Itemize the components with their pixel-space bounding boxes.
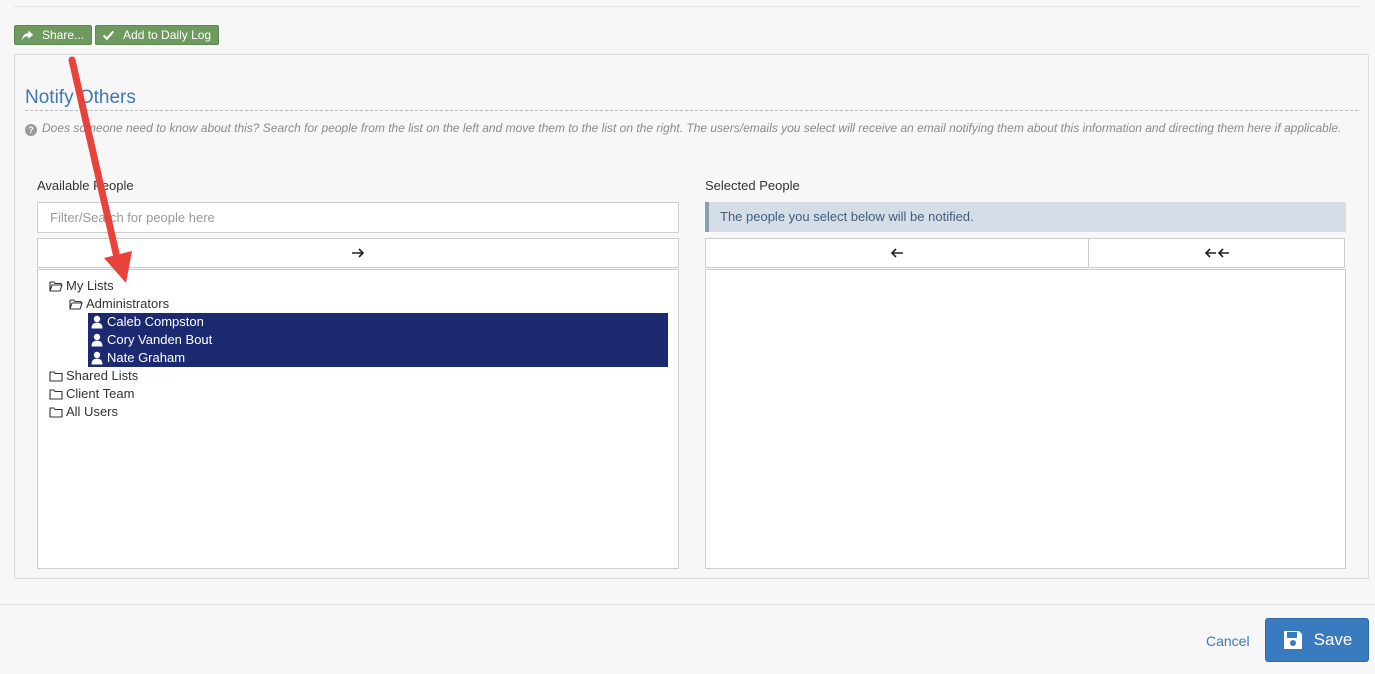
tree-node-client-team[interactable]: Client Team xyxy=(49,385,134,403)
people-search-input[interactable] xyxy=(37,202,679,233)
folder-open-icon xyxy=(69,299,83,310)
person-name: Nate Graham xyxy=(107,350,186,365)
tree-node-my-lists[interactable]: My Lists xyxy=(49,277,114,295)
cancel-link[interactable]: Cancel xyxy=(1206,633,1250,649)
daily-log-label: Add to Daily Log xyxy=(123,28,212,42)
double-arrow-left-icon xyxy=(1204,248,1229,258)
person-item-cory-vanden-bout[interactable]: Cory Vanden Bout xyxy=(90,331,212,349)
tree-node-shared-lists[interactable]: Shared Lists xyxy=(49,367,138,385)
person-item-caleb-compston[interactable]: Caleb Compston xyxy=(90,313,204,331)
share-button[interactable]: Share... xyxy=(14,25,93,45)
tree-label: Shared Lists xyxy=(66,368,139,383)
user-icon xyxy=(91,351,103,365)
selected-people-list[interactable] xyxy=(705,269,1346,569)
folder-icon xyxy=(49,389,63,400)
arrow-right-icon xyxy=(352,248,365,258)
help-text: ? Does someone need to know about this? S… xyxy=(25,119,1355,137)
available-people-label: Available People xyxy=(37,178,134,193)
available-people-list[interactable]: My Lists Administrators Caleb Compston C… xyxy=(37,269,679,569)
folder-open-icon xyxy=(49,281,63,292)
move-right-button[interactable] xyxy=(37,238,679,268)
arrow-left-icon xyxy=(890,248,903,258)
user-icon xyxy=(91,315,103,329)
user-icon xyxy=(91,333,103,347)
question-circle-icon: ? xyxy=(25,124,37,136)
notify-others-panel: Notify Others ? Does someone need to know… xyxy=(14,54,1369,579)
tree-label: My Lists xyxy=(66,278,114,293)
footer-divider xyxy=(0,604,1375,605)
person-name: Caleb Compston xyxy=(107,314,204,329)
tree-node-all-users[interactable]: All Users xyxy=(49,403,118,421)
tree-label: All Users xyxy=(66,404,119,419)
folder-icon xyxy=(49,371,63,382)
move-all-left-button[interactable] xyxy=(1088,238,1345,268)
tree-node-administrators[interactable]: Administrators xyxy=(69,295,169,313)
selected-info-box: The people you select below will be noti… xyxy=(705,202,1346,232)
person-item-nate-graham[interactable]: Nate Graham xyxy=(90,349,185,367)
title-divider xyxy=(25,110,1358,111)
share-icon xyxy=(21,30,34,40)
tree-label: Administrators xyxy=(86,296,170,311)
selected-people-group: Caleb Compston Cory Vanden Bout Nate Gra… xyxy=(88,313,668,367)
person-name: Cory Vanden Bout xyxy=(107,332,213,347)
folder-icon xyxy=(49,407,63,418)
share-label: Share... xyxy=(42,28,85,42)
notify-title: Notify Others xyxy=(25,87,136,108)
tree-label: Client Team xyxy=(66,386,135,401)
save-label: Save xyxy=(1313,630,1353,649)
action-toolbar: Share... Add to Daily Log xyxy=(14,25,220,45)
add-to-daily-log-button[interactable]: Add to Daily Log xyxy=(95,25,220,45)
move-left-button[interactable] xyxy=(705,238,1089,268)
top-divider xyxy=(14,6,1361,7)
selected-people-label: Selected People xyxy=(705,178,800,193)
floppy-disk-icon xyxy=(1283,631,1302,649)
check-icon xyxy=(102,30,115,40)
help-description: Does someone need to know about this? Se… xyxy=(42,121,1342,135)
save-button[interactable]: Save xyxy=(1265,618,1369,662)
